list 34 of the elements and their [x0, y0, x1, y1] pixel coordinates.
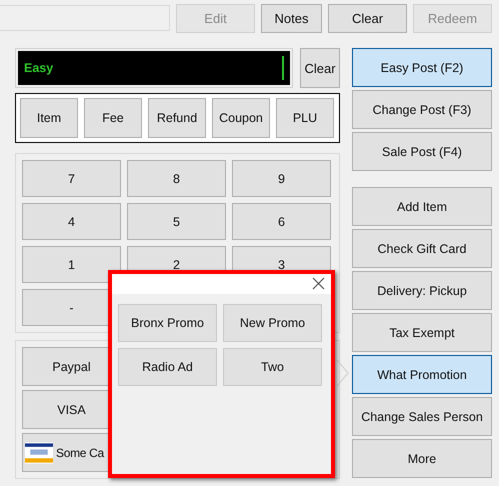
- keypad-button[interactable]: 7: [22, 160, 121, 197]
- toolbar-button[interactable]: Notes: [261, 4, 322, 33]
- mode-button[interactable]: Item: [20, 98, 78, 138]
- card-icon: [25, 442, 53, 464]
- post-button[interactable]: Sale Post (F4): [352, 132, 492, 171]
- action-button[interactable]: Check Gift Card: [352, 229, 492, 268]
- post-button[interactable]: Change Post (F3): [352, 90, 492, 129]
- mode-button[interactable]: Coupon: [212, 98, 270, 138]
- action-button[interactable]: Add Item: [352, 187, 492, 226]
- mode-button[interactable]: Refund: [148, 98, 206, 138]
- mode-button[interactable]: PLU: [276, 98, 334, 138]
- action-button[interactable]: What Promotion: [352, 355, 492, 394]
- action-button[interactable]: Delivery: Pickup: [352, 271, 492, 310]
- promotion-button[interactable]: Bronx Promo: [118, 304, 217, 342]
- action-button[interactable]: More: [352, 439, 492, 478]
- display-text: Easy: [24, 61, 54, 75]
- keypad-button[interactable]: 8: [127, 160, 226, 197]
- post-button[interactable]: Easy Post (F2): [352, 48, 492, 87]
- promotion-button[interactable]: Two: [223, 348, 322, 386]
- action-button[interactable]: Tax Exempt: [352, 313, 492, 352]
- close-icon[interactable]: [312, 277, 325, 290]
- display-field[interactable]: Easy: [18, 51, 290, 85]
- promotion-button[interactable]: Radio Ad: [118, 348, 217, 386]
- action-button[interactable]: Change Sales Person: [352, 397, 492, 436]
- keypad-button[interactable]: 1: [22, 246, 121, 283]
- promotion-button[interactable]: New Promo: [223, 304, 322, 342]
- keypad-button[interactable]: 4: [22, 203, 121, 240]
- text-cursor: [282, 56, 284, 80]
- keypad-button[interactable]: 6: [232, 203, 331, 240]
- keypad-button[interactable]: 9: [232, 160, 331, 197]
- mode-button[interactable]: Fee: [84, 98, 142, 138]
- clear-button[interactable]: Clear: [300, 48, 340, 88]
- toolbar-button[interactable]: Clear: [328, 4, 407, 33]
- keypad-button[interactable]: 5: [127, 203, 226, 240]
